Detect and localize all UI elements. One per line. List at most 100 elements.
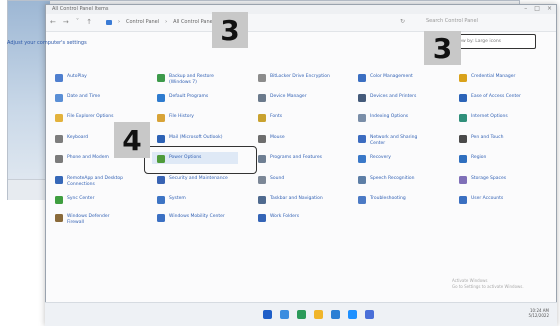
taskbar-app-icon[interactable]: [314, 310, 323, 319]
control-panel-item[interactable]: Region: [459, 155, 486, 163]
control-panel-item[interactable]: Storage Spaces: [459, 176, 506, 184]
control-panel-item[interactable]: Internet Options: [459, 114, 508, 122]
control-panel-item-icon: [55, 176, 63, 184]
control-panel-item[interactable]: Device Manager: [258, 94, 307, 102]
back-arrow-icon[interactable]: ←: [50, 18, 56, 26]
view-by-selector[interactable]: View by: Large icons: [448, 34, 536, 49]
control-panel-item[interactable]: Phone and Modem: [55, 155, 109, 163]
control-panel-item-icon: [55, 214, 63, 222]
control-panel-item[interactable]: Default Programs: [157, 94, 208, 102]
navigation-buttons: ← → ˇ ↑: [50, 18, 92, 26]
control-panel-item[interactable]: File History: [157, 114, 194, 122]
control-panel-item[interactable]: Troubleshooting: [358, 196, 406, 204]
control-panel-item-icon: [358, 155, 366, 163]
control-panel-item[interactable]: Security and Maintenance: [157, 176, 228, 184]
activation-watermark: Activate Windows Go to Settings to activ…: [452, 278, 524, 290]
taskbar-pinned-apps: [263, 310, 374, 319]
control-panel-item[interactable]: Speech Recognition: [358, 176, 415, 184]
close-icon[interactable]: ×: [547, 6, 552, 12]
control-panel-item-label: Mail (Microsoft Outlook): [169, 135, 223, 140]
address-bar: ← → ˇ ↑ › Control Panel › All Control Pa…: [46, 14, 556, 32]
control-panel-item-icon: [459, 74, 467, 82]
control-panel-item[interactable]: Devices and Printers: [358, 94, 416, 102]
minimize-icon[interactable]: –: [524, 6, 527, 12]
control-panel-item[interactable]: Color Management: [358, 74, 413, 82]
control-panel-item[interactable]: Credential Manager: [459, 74, 515, 82]
control-panel-icon: [106, 19, 112, 25]
control-panel-item-icon: [157, 214, 165, 222]
control-panel-item[interactable]: User Accounts: [459, 196, 503, 204]
control-panel-item-icon: [55, 196, 63, 204]
control-panel-item[interactable]: Mouse: [258, 135, 285, 143]
control-panel-item[interactable]: Sync Center: [55, 196, 94, 204]
control-panel-item[interactable]: Programs and Features: [258, 155, 322, 163]
control-panel-item[interactable]: Recovery: [358, 155, 391, 163]
chevron-down-icon[interactable]: ˇ: [76, 18, 80, 26]
control-panel-item-icon: [157, 74, 165, 82]
taskbar: 10:24 AM 5/12/2022: [45, 302, 557, 326]
control-panel-item[interactable]: Network and Sharing Center: [358, 135, 430, 147]
control-panel-item-label: Ease of Access Center: [471, 94, 521, 99]
control-panel-item[interactable]: Windows Defender Firewall: [55, 214, 127, 226]
control-panel-item-icon: [55, 114, 63, 122]
control-panel-item-icon: [157, 176, 165, 184]
control-panel-item[interactable]: File Explorer Options: [55, 114, 114, 122]
control-panel-item-icon: [258, 135, 266, 143]
control-panel-item-icon: [157, 94, 165, 102]
control-panel-item-label: Pen and Touch: [471, 135, 504, 140]
taskbar-app-icon[interactable]: [331, 310, 340, 319]
refresh-icon[interactable]: ↻: [400, 18, 405, 25]
control-panel-item-label: Security and Maintenance: [169, 176, 228, 181]
control-panel-item-label: BitLocker Drive Encryption: [270, 74, 330, 79]
control-panel-item[interactable]: Keyboard: [55, 135, 88, 143]
control-panel-item[interactable]: BitLocker Drive Encryption: [258, 74, 330, 82]
taskbar-app-icon[interactable]: [280, 310, 289, 319]
control-panel-item[interactable]: Fonts: [258, 114, 282, 122]
control-panel-item-icon: [459, 176, 467, 184]
control-panel-item[interactable]: Ease of Access Center: [459, 94, 521, 102]
control-panel-item[interactable]: Pen and Touch: [459, 135, 503, 143]
control-panel-item[interactable]: Date and Time: [55, 94, 100, 102]
maximize-icon[interactable]: □: [534, 6, 540, 12]
control-panel-item-icon: [459, 196, 467, 204]
background-window-wallpaper: [8, 1, 50, 181]
control-panel-item[interactable]: RemoteApp and Desktop Connections: [55, 176, 127, 188]
system-clock[interactable]: 10:24 AM 5/12/2022: [528, 308, 549, 318]
control-panel-item-label: Credential Manager: [471, 74, 516, 79]
control-panel-item[interactable]: Taskbar and Navigation: [258, 196, 323, 204]
control-panel-item[interactable]: Work Folders: [258, 214, 299, 222]
control-panel-item-label: System: [169, 196, 186, 201]
control-panel-item[interactable]: Mail (Microsoft Outlook): [157, 135, 223, 143]
control-panel-item[interactable]: Windows Mobility Center: [157, 214, 225, 222]
control-panel-item-label: Phone and Modem: [67, 155, 109, 160]
control-panel-item-icon: [358, 94, 366, 102]
control-panel-item-label: Backup and Restore (Windows 7): [169, 74, 214, 85]
window-controls: – □ ×: [524, 6, 552, 12]
forward-arrow-icon[interactable]: →: [63, 18, 69, 26]
taskbar-app-icon[interactable]: [263, 310, 272, 319]
control-panel-item-icon: [258, 155, 266, 163]
step-badge: 4: [114, 122, 150, 158]
control-panel-item-label: Region: [471, 155, 487, 160]
control-panel-item[interactable]: Sound: [258, 176, 284, 184]
control-panel-item-label: Indexing Options: [370, 114, 409, 119]
taskbar-app-icon[interactable]: [348, 310, 357, 319]
control-panel-item-label: Mouse: [270, 135, 285, 140]
control-panel-item-icon: [358, 135, 366, 143]
control-panel-item[interactable]: System: [157, 196, 186, 204]
title-bar: All Control Panel Items – □ ×: [46, 5, 556, 14]
search-input[interactable]: Search Control Panel: [426, 18, 478, 24]
control-panel-item[interactable]: Backup and Restore (Windows 7): [157, 74, 229, 86]
up-arrow-icon[interactable]: ↑: [86, 18, 92, 26]
control-panel-item-label: Speech Recognition: [370, 176, 415, 181]
control-panel-item-icon: [358, 114, 366, 122]
control-panel-item-label: Troubleshooting: [370, 196, 406, 201]
control-panel-item-icon: [358, 176, 366, 184]
control-panel-item-label: Storage Spaces: [471, 176, 507, 181]
taskbar-app-icon[interactable]: [297, 310, 306, 319]
taskbar-app-icon[interactable]: [365, 310, 374, 319]
control-panel-item-icon: [459, 155, 467, 163]
breadcrumb-control-panel[interactable]: Control Panel: [126, 19, 159, 25]
control-panel-item[interactable]: AutoPlay: [55, 74, 87, 82]
control-panel-item[interactable]: Indexing Options: [358, 114, 408, 122]
